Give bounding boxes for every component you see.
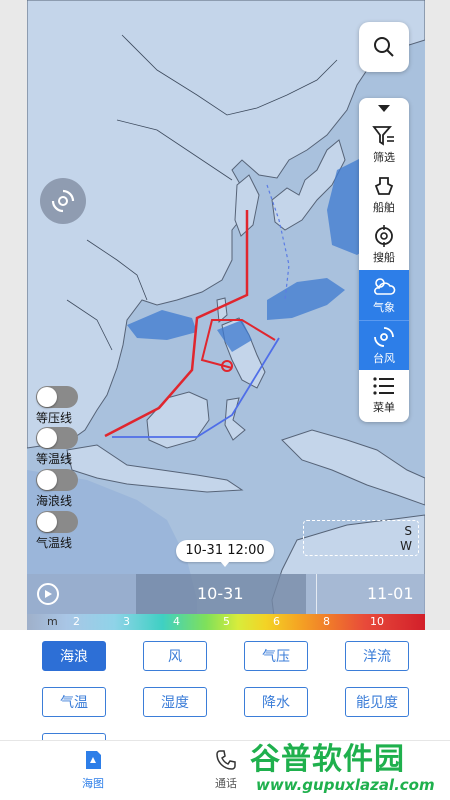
toolbar-menu[interactable]: 菜单 bbox=[359, 370, 409, 420]
chart-map-icon bbox=[86, 751, 101, 769]
legend-s-label: S bbox=[404, 524, 412, 538]
watermark-title: 谷普软件园 bbox=[250, 742, 405, 777]
scale-tick: 4 bbox=[173, 615, 180, 628]
typhoon-list-button[interactable] bbox=[40, 178, 86, 224]
app-root: 筛选 船舶 搜船 气象 台风 菜单 等压线 等温线 海浪线 气温线 S W 10… bbox=[0, 0, 450, 800]
toolbar-weather-label: 气象 bbox=[373, 301, 395, 314]
land-borneo bbox=[146, 391, 210, 449]
option-wave[interactable]: 海浪 bbox=[42, 641, 106, 671]
scale-tick: 10 bbox=[370, 615, 384, 628]
timeline-bar[interactable]: 10-31 11-01 bbox=[27, 574, 425, 614]
scale-tick: 5 bbox=[223, 615, 230, 628]
land-sulawesi bbox=[224, 397, 246, 441]
land-new-guinea bbox=[281, 429, 425, 506]
timeline-divider bbox=[316, 574, 317, 614]
toolbar-filter-label: 筛选 bbox=[373, 151, 395, 164]
search-icon bbox=[374, 37, 394, 57]
search-button[interactable] bbox=[359, 22, 409, 72]
layer-isotherm: 等温线 bbox=[36, 427, 78, 467]
collapse-toolbar-button[interactable] bbox=[359, 98, 409, 120]
weather-options-panel: 海浪 风 气压 洋流 气温 湿度 降水 能见度 bbox=[0, 630, 450, 741]
weather-icon bbox=[374, 278, 396, 295]
option-air-temp[interactable]: 气温 bbox=[42, 687, 106, 717]
play-button[interactable] bbox=[37, 583, 59, 605]
layer-isobar: 等压线 bbox=[36, 386, 78, 426]
layer-air-temp: 气温线 bbox=[36, 511, 78, 551]
right-toolbar: 筛选 船舶 搜船 气象 台风 菜单 bbox=[359, 98, 409, 422]
nav-chart[interactable]: 海图 bbox=[63, 749, 123, 791]
option-wind[interactable]: 风 bbox=[143, 641, 207, 671]
isobar-label: 等压线 bbox=[36, 411, 73, 425]
left-edge-strip bbox=[0, 0, 27, 640]
hurricane-icon bbox=[51, 189, 75, 213]
legend-w-label: W bbox=[400, 539, 412, 553]
ship-icon bbox=[374, 177, 394, 195]
wind-legend: S W bbox=[303, 520, 419, 556]
toolbar-filter[interactable]: 筛选 bbox=[359, 120, 409, 170]
scale-unit: m bbox=[47, 615, 58, 628]
land-taiwan bbox=[216, 297, 228, 324]
timeline-next-date: 11-01 bbox=[367, 584, 414, 603]
wave-line-label: 海浪线 bbox=[36, 494, 73, 508]
scale-tick: 3 bbox=[123, 615, 130, 628]
toolbar-menu-label: 菜单 bbox=[373, 401, 395, 414]
caret-down-icon bbox=[378, 105, 390, 112]
toolbar-typhoon[interactable]: 台风 bbox=[359, 320, 409, 370]
option-pressure[interactable]: 气压 bbox=[244, 641, 308, 671]
isobar-toggle[interactable] bbox=[36, 386, 78, 408]
scale-tick: 2 bbox=[73, 615, 80, 628]
timeline-current-date: 10-31 bbox=[197, 584, 244, 603]
isotherm-toggle[interactable] bbox=[36, 427, 78, 449]
time-indicator: 10-31 12:00 bbox=[176, 540, 274, 567]
phone-icon bbox=[216, 750, 236, 770]
isotherm-label: 等温线 bbox=[36, 452, 73, 466]
watermark-url: www.gupuxlazal.com bbox=[256, 776, 435, 794]
filter-icon bbox=[372, 126, 394, 146]
wave-line-toggle[interactable] bbox=[36, 469, 78, 491]
wave-height-scale: m 2 3 4 5 6 8 10 bbox=[27, 614, 425, 630]
site-watermark: 谷普软件园 www.gupuxlazal.com bbox=[246, 732, 450, 800]
option-visibility[interactable]: 能见度 bbox=[345, 687, 409, 717]
play-icon bbox=[45, 590, 52, 598]
air-temp-toggle[interactable] bbox=[36, 511, 78, 533]
option-humidity[interactable]: 湿度 bbox=[143, 687, 207, 717]
air-temp-label: 气温线 bbox=[36, 536, 73, 550]
toolbar-weather[interactable]: 气象 bbox=[359, 270, 409, 320]
right-edge-strip bbox=[425, 0, 450, 640]
toolbar-ships-label: 船舶 bbox=[373, 201, 395, 214]
scale-tick: 8 bbox=[323, 615, 330, 628]
scale-tick: 6 bbox=[273, 615, 280, 628]
typhoon-icon bbox=[374, 326, 394, 347]
toolbar-search-ship[interactable]: 搜船 bbox=[359, 220, 409, 270]
nav-chart-label: 海图 bbox=[82, 777, 104, 790]
layer-wave: 海浪线 bbox=[36, 469, 78, 509]
option-precipitation[interactable]: 降水 bbox=[244, 687, 308, 717]
nav-call-label: 通话 bbox=[215, 777, 237, 790]
toolbar-typhoon-label: 台风 bbox=[373, 351, 395, 365]
crosshair-icon bbox=[375, 225, 393, 247]
toolbar-ships[interactable]: 船舶 bbox=[359, 170, 409, 220]
menu-icon bbox=[373, 377, 394, 395]
option-current[interactable]: 洋流 bbox=[345, 641, 409, 671]
toolbar-search-ship-label: 搜船 bbox=[373, 251, 395, 264]
